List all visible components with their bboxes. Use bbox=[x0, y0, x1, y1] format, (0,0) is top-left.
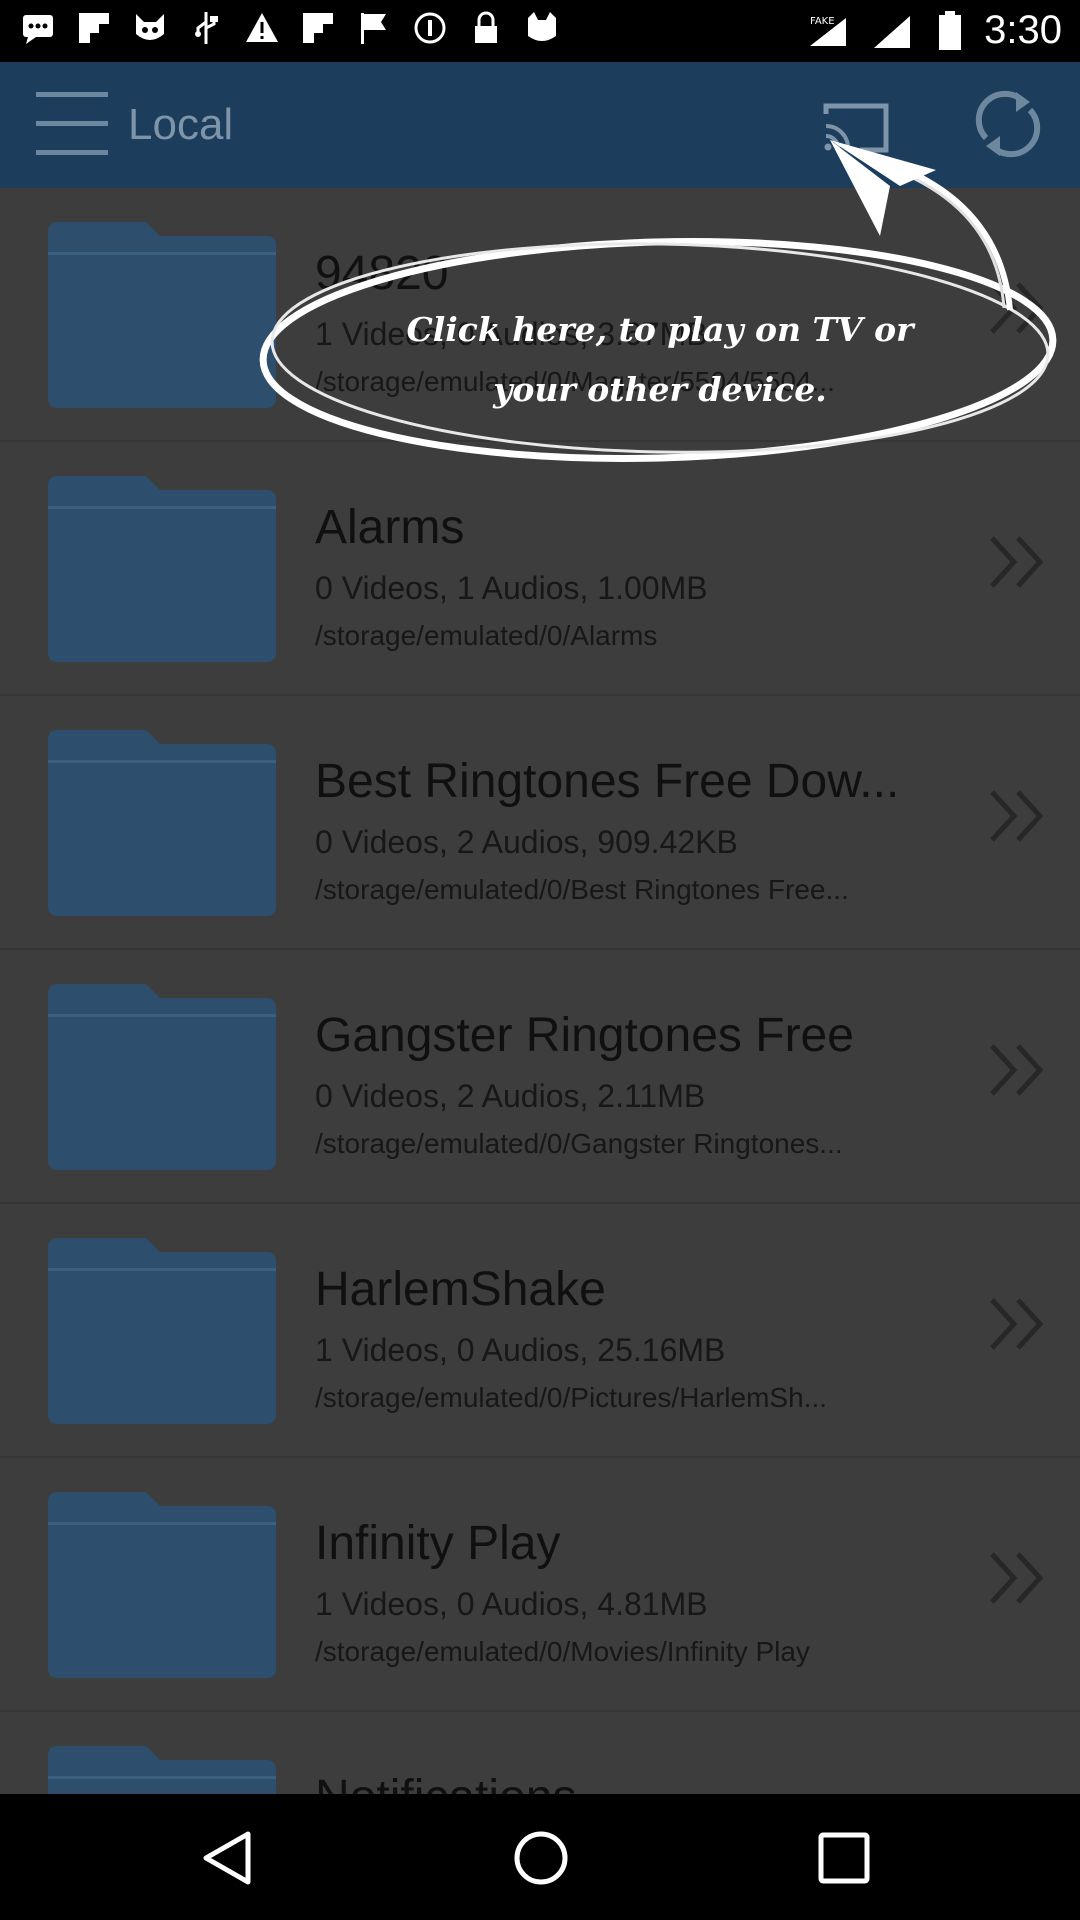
status-bar: FAKE 3:30 bbox=[0, 0, 1080, 62]
refresh-icon[interactable] bbox=[970, 86, 1046, 162]
status-time: 3:30 bbox=[984, 8, 1062, 52]
usb-icon bbox=[188, 10, 224, 46]
folder-title: Alarms bbox=[315, 501, 465, 554]
folder-title: Best Ringtones Free Dow... bbox=[315, 755, 900, 808]
cast-status-icon: FAKE bbox=[806, 12, 850, 50]
cat-icon bbox=[524, 10, 560, 46]
message-icon bbox=[20, 10, 56, 46]
back-icon[interactable] bbox=[200, 1830, 256, 1886]
folder-stats: 0 Videos, 2 Audios, 909.42KB bbox=[315, 824, 738, 860]
folder-title: Notifications bbox=[315, 1770, 955, 1794]
circle-icon bbox=[412, 10, 448, 46]
folder-icon bbox=[48, 1492, 276, 1678]
flag-icon bbox=[356, 10, 392, 46]
list-item[interactable]: Gangster Ringtones Free 0 Videos, 2 Audi… bbox=[0, 950, 1080, 1204]
folder-title: HarlemShake bbox=[315, 1263, 606, 1316]
folder-icon bbox=[48, 476, 276, 662]
folder-path: /storage/emulated/0/Movies/Infinity Play bbox=[315, 1636, 810, 1667]
warning-icon bbox=[244, 10, 280, 46]
cast-icon[interactable] bbox=[822, 100, 890, 156]
folder-path: /storage/emulated/0/Gangster Ringtones..… bbox=[315, 1128, 843, 1159]
list-item[interactable]: HarlemShake 1 Videos, 0 Audios, 25.16MB … bbox=[0, 1204, 1080, 1458]
svg-text:FAKE: FAKE bbox=[810, 16, 835, 27]
folder-icon bbox=[48, 1746, 276, 1794]
chevron-right-icon[interactable] bbox=[988, 534, 1046, 590]
folder-list: 94820 1 Videos, 0 Audios, 3.67MB /storag… bbox=[0, 188, 1080, 1794]
signal-icon bbox=[872, 12, 916, 50]
home-icon[interactable] bbox=[513, 1830, 569, 1886]
battery-icon bbox=[938, 10, 962, 51]
folder-path: /storage/emulated/0/Best Ringtones Free.… bbox=[315, 874, 849, 905]
folder-title: 94820 bbox=[315, 247, 449, 300]
flipboard-icon bbox=[76, 10, 112, 46]
folder-stats: 1 Videos, 0 Audios, 25.16MB bbox=[315, 1332, 726, 1368]
flipboard-icon bbox=[300, 10, 336, 46]
recent-apps-icon[interactable] bbox=[818, 1832, 870, 1884]
chevron-right-icon[interactable] bbox=[988, 1296, 1046, 1352]
folder-title: Infinity Play bbox=[315, 1517, 561, 1570]
folder-icon bbox=[48, 1238, 276, 1424]
cat-face-icon bbox=[132, 10, 168, 46]
chevron-right-icon[interactable] bbox=[988, 280, 1046, 336]
lock-icon bbox=[468, 10, 504, 46]
folder-icon bbox=[48, 984, 276, 1170]
menu-icon[interactable] bbox=[36, 92, 112, 156]
list-item[interactable]: 94820 1 Videos, 0 Audios, 3.67MB /storag… bbox=[0, 188, 1080, 442]
app-bar: Local bbox=[0, 62, 1080, 188]
list-item[interactable]: Alarms 0 Videos, 1 Audios, 1.00MB /stora… bbox=[0, 442, 1080, 696]
list-item[interactable]: Best Ringtones Free Dow... 0 Videos, 2 A… bbox=[0, 696, 1080, 950]
list-item[interactable]: Notifications bbox=[0, 1712, 1080, 1794]
folder-path: /storage/emulated/0/Pictures/HarlemSh... bbox=[315, 1382, 828, 1413]
folder-icon bbox=[48, 222, 276, 408]
folder-path: /storage/emulated/0/Alarms bbox=[315, 620, 658, 651]
navigation-bar bbox=[0, 1794, 1080, 1920]
chevron-right-icon[interactable] bbox=[988, 1042, 1046, 1098]
page-title: Local bbox=[128, 100, 234, 149]
folder-stats: 1 Videos, 0 Audios, 4.81MB bbox=[315, 1586, 708, 1622]
folder-stats: 0 Videos, 1 Audios, 1.00MB bbox=[315, 570, 708, 606]
folder-title: Gangster Ringtones Free bbox=[315, 1009, 854, 1062]
folder-stats: 0 Videos, 2 Audios, 2.11MB bbox=[315, 1078, 706, 1114]
folder-icon bbox=[48, 730, 276, 916]
notification-icons bbox=[20, 10, 560, 46]
chevron-right-icon[interactable] bbox=[988, 1550, 1046, 1606]
folder-path: /storage/emulated/0/Magzter/5504/5504... bbox=[315, 366, 835, 397]
folder-stats: 1 Videos, 0 Audios, 3.67MB bbox=[315, 316, 708, 352]
list-item[interactable]: Infinity Play 1 Videos, 0 Audios, 4.81MB… bbox=[0, 1458, 1080, 1712]
status-right: FAKE 3:30 bbox=[806, 8, 1062, 53]
chevron-right-icon[interactable] bbox=[988, 788, 1046, 844]
